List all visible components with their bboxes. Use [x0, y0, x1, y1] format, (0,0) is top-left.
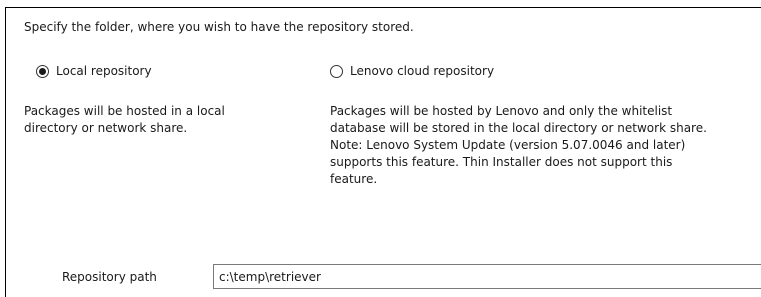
repository-path-input[interactable] [213, 264, 761, 289]
local-repository-radio[interactable]: Local repository [36, 64, 152, 78]
radio-selected-icon[interactable] [36, 64, 49, 78]
instruction-heading: Specify the folder, where you wish to ha… [24, 20, 414, 34]
cloud-repository-description: Packages will be hosted by Lenovo and on… [330, 104, 707, 186]
local-repository-description: Packages will be hosted in a local direc… [24, 104, 225, 135]
local-repository-label: Local repository [56, 64, 152, 78]
radio-unselected-icon[interactable] [330, 64, 343, 78]
repository-path-label: Repository path [62, 270, 157, 284]
lenovo-cloud-repository-label: Lenovo cloud repository [350, 64, 495, 78]
lenovo-cloud-repository-radio[interactable]: Lenovo cloud repository [330, 64, 494, 78]
